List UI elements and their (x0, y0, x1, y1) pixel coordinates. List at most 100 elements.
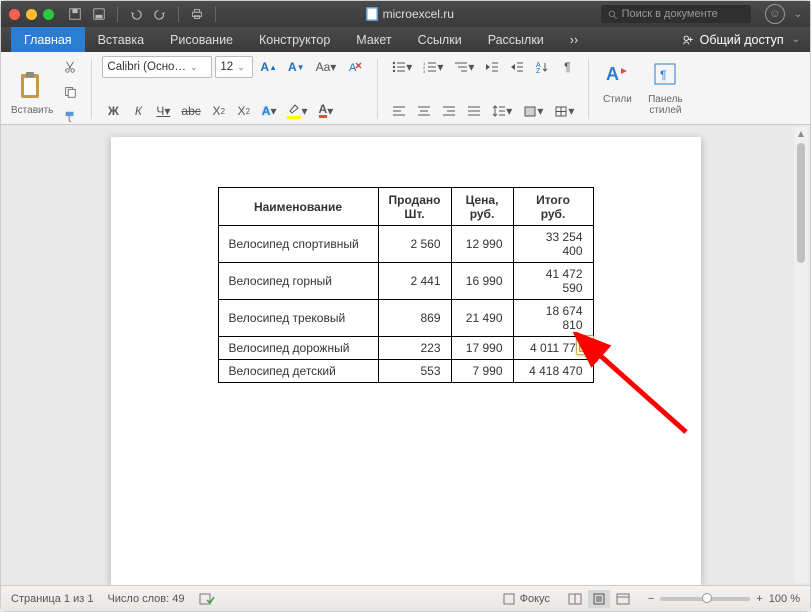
table-row[interactable]: Велосипед дорожный22317 9904 011 770 (218, 337, 593, 360)
focus-mode-icon[interactable]: Фокус (502, 592, 550, 606)
increase-indent-icon[interactable] (506, 56, 528, 78)
table-cell[interactable]: 33 254 400 (513, 226, 593, 263)
spellcheck-icon[interactable] (199, 592, 215, 606)
bold-button[interactable]: Ж (102, 100, 124, 122)
align-right-icon[interactable] (438, 100, 460, 122)
table-cell[interactable]: 17 990 (451, 337, 513, 360)
minimize-window[interactable] (26, 9, 37, 20)
font-size-dropdown[interactable]: 12⌄ (215, 56, 253, 78)
tab-layout[interactable]: Макет (343, 27, 404, 52)
print-icon[interactable] (188, 5, 206, 23)
table-cell[interactable]: Велосипед горный (218, 263, 378, 300)
numbering-icon[interactable]: 123▾ (419, 56, 447, 78)
share-button[interactable]: Общий доступ ⌄ (671, 27, 810, 52)
tabs-more[interactable]: ›› (557, 27, 591, 52)
table-cell[interactable]: 16 990 (451, 263, 513, 300)
show-marks-icon[interactable]: ¶ (556, 56, 578, 78)
underline-button[interactable]: Ч▾ (152, 100, 174, 122)
search-placeholder: Поиск в документе (622, 8, 718, 20)
table-cell[interactable]: Велосипед трековый (218, 300, 378, 337)
table-cell[interactable]: 223 (378, 337, 451, 360)
table-cell[interactable]: 41 472 590 (513, 263, 593, 300)
change-case-icon[interactable]: Aa▾ (312, 56, 341, 78)
strikethrough-button[interactable]: abc (177, 100, 204, 122)
table-cell[interactable]: Велосипед детский (218, 360, 378, 383)
document-area: Наименование Продано Шт. Цена, руб. Итог… (1, 125, 810, 585)
align-center-icon[interactable] (413, 100, 435, 122)
feedback-icon[interactable]: ☺ (765, 4, 785, 24)
scrollbar-thumb[interactable] (797, 143, 805, 263)
word-count[interactable]: Число слов: 49 (107, 593, 184, 605)
table-cell[interactable]: Велосипед спортивный (218, 226, 378, 263)
styles-gallery-button[interactable]: A (599, 56, 635, 92)
table-cell[interactable]: Велосипед дорожный (218, 337, 378, 360)
scroll-up-icon[interactable]: ▲ (794, 127, 808, 141)
table-row[interactable]: Велосипед горный2 44116 99041 472 590 (218, 263, 593, 300)
zoom-slider[interactable] (660, 597, 750, 601)
text-effects-icon[interactable]: A▾ (258, 100, 281, 122)
table-cell[interactable]: 4 418 470 (513, 360, 593, 383)
table-cell[interactable]: 12 990 (451, 226, 513, 263)
table-cell[interactable]: 7 990 (451, 360, 513, 383)
view-print-icon[interactable] (588, 590, 610, 608)
font-name-dropdown[interactable]: Calibri (Осно…⌄ (102, 56, 212, 78)
subscript-button[interactable]: X2 (208, 100, 230, 122)
zoom-in-button[interactable]: + (756, 593, 762, 605)
zoom-percent[interactable]: 100 % (769, 593, 800, 605)
align-left-icon[interactable] (388, 100, 410, 122)
chevron-down-icon: ⌄ (792, 34, 800, 45)
line-spacing-icon[interactable]: ▾ (488, 100, 516, 122)
tab-references[interactable]: Ссылки (405, 27, 475, 52)
vertical-scrollbar[interactable]: ▲ (794, 127, 808, 583)
justify-icon[interactable] (463, 100, 485, 122)
zoom-out-button[interactable]: − (648, 593, 654, 605)
view-web-icon[interactable] (612, 590, 634, 608)
tab-home[interactable]: Главная (11, 27, 85, 52)
tab-draw[interactable]: Рисование (157, 27, 246, 52)
table-row[interactable]: Велосипед трековый86921 49018 674 810 (218, 300, 593, 337)
document-title: microexcel.ru (225, 7, 595, 21)
bullets-icon[interactable]: ▾ (388, 56, 416, 78)
cut-icon[interactable] (59, 56, 81, 78)
table-row[interactable]: Велосипед детский5537 9904 418 470 (218, 360, 593, 383)
italic-button[interactable]: К (127, 100, 149, 122)
sort-icon[interactable]: AZ (531, 56, 553, 78)
autosave-icon[interactable] (66, 5, 84, 23)
clear-formatting-icon[interactable]: A (343, 56, 367, 78)
page-info[interactable]: Страница 1 из 1 (11, 593, 93, 605)
table-cell[interactable]: 869 (378, 300, 451, 337)
table-cell[interactable]: 553 (378, 360, 451, 383)
paste-button[interactable] (15, 69, 49, 103)
undo-icon[interactable] (127, 5, 145, 23)
tab-insert[interactable]: Вставка (85, 27, 157, 52)
data-table[interactable]: Наименование Продано Шт. Цена, руб. Итог… (218, 187, 594, 383)
highlight-color-icon[interactable]: ▾ (283, 100, 311, 122)
table-cell[interactable]: 18 674 810 (513, 300, 593, 337)
redo-icon[interactable] (151, 5, 169, 23)
table-cell[interactable]: 2 441 (378, 263, 451, 300)
multilevel-list-icon[interactable]: ▾ (450, 56, 478, 78)
maximize-window[interactable] (43, 9, 54, 20)
shading-icon[interactable]: ▾ (519, 100, 547, 122)
save-icon[interactable] (90, 5, 108, 23)
table-cell[interactable]: 21 490 (451, 300, 513, 337)
borders-icon[interactable]: ▾ (550, 100, 578, 122)
shrink-font-icon[interactable]: A▼ (284, 56, 309, 78)
table-row[interactable]: Велосипед спортивный2 56012 99033 254 40… (218, 226, 593, 263)
search-input[interactable]: Поиск в документе (601, 5, 751, 23)
table-cell[interactable]: 2 560 (378, 226, 451, 263)
copy-icon[interactable] (59, 81, 81, 103)
tab-design[interactable]: Конструктор (246, 27, 343, 52)
superscript-button[interactable]: X2 (233, 100, 255, 122)
grow-font-icon[interactable]: A▲ (256, 56, 281, 78)
paste-options-badge[interactable] (576, 335, 594, 355)
paste-label: Вставить (11, 105, 53, 116)
decrease-indent-icon[interactable] (481, 56, 503, 78)
page[interactable]: Наименование Продано Шт. Цена, руб. Итог… (111, 137, 701, 585)
styles-pane-button[interactable]: ¶ (647, 56, 683, 92)
chevron-down-icon[interactable]: ⌄ (794, 9, 802, 20)
font-color-icon[interactable]: A▾ (315, 100, 338, 122)
close-window[interactable] (9, 9, 20, 20)
tab-mailings[interactable]: Рассылки (475, 27, 557, 52)
view-read-icon[interactable] (564, 590, 586, 608)
